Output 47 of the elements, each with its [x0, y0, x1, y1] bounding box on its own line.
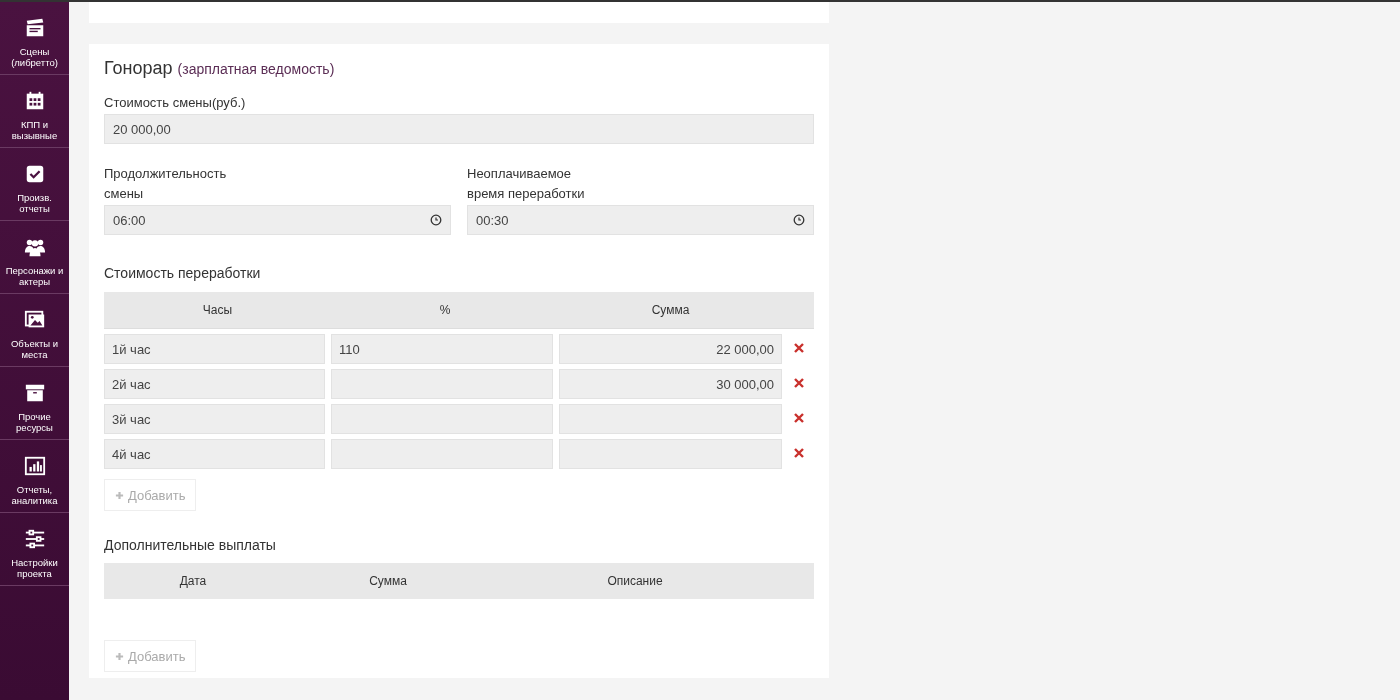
delete-icon[interactable] [794, 448, 804, 458]
sidebar-item[interactable]: Произв. отчеты [0, 148, 69, 221]
section-subtitle: (зарплатная ведомость) [177, 61, 335, 77]
column-header: Сумма [650, 303, 691, 317]
input-field[interactable]: 22 000,00 [559, 334, 782, 364]
column-header: Описание [606, 574, 664, 588]
sidebar-item[interactable]: Сцены (либретто) [0, 2, 69, 75]
input-field[interactable]: 4й час [104, 439, 325, 469]
clock-icon[interactable] [430, 214, 442, 226]
input-field[interactable] [331, 404, 553, 434]
input-field[interactable]: 3й час [104, 404, 325, 434]
clock-icon[interactable] [793, 214, 805, 226]
column-header: Часы [201, 303, 234, 317]
delete-icon[interactable] [794, 343, 804, 353]
field-label: Неоплачиваемое время переработки [467, 165, 586, 203]
field-label: Продолжительность смены [104, 165, 228, 203]
bar-chart-icon [23, 455, 46, 477]
column-header: Дата [178, 574, 208, 588]
section-heading: Дополнительные выплаты [104, 537, 277, 553]
section-title: Гонорар [104, 58, 173, 79]
delete-icon[interactable] [794, 413, 804, 423]
column-header: % [438, 303, 452, 317]
input-field[interactable] [559, 404, 782, 434]
plus-icon [115, 490, 124, 500]
sidebar-item[interactable]: Персонажи и актеры [0, 221, 69, 294]
sidebar-item[interactable]: Объекты и места [0, 294, 69, 367]
input-field[interactable]: 30 000,00 [559, 369, 782, 399]
input-field[interactable] [559, 439, 782, 469]
sidebar-item[interactable]: Настройки проекта [0, 513, 69, 586]
input-field[interactable]: 2й час [104, 369, 325, 399]
input-field[interactable]: 06:00 [104, 205, 451, 235]
input-field[interactable]: 00:30 [467, 205, 814, 235]
section-heading: Стоимость переработки [104, 265, 262, 281]
delete-icon[interactable] [794, 378, 804, 388]
column-header: Сумма [368, 574, 408, 588]
plus-icon [115, 651, 124, 661]
input-field[interactable] [331, 369, 553, 399]
sidebar-item[interactable]: КПП и вызывные [0, 75, 69, 148]
input-field[interactable]: 1й час [104, 334, 325, 364]
input-field[interactable]: 110 [331, 334, 553, 364]
input-field[interactable] [331, 439, 553, 469]
sliders-icon [23, 528, 46, 550]
sidebar-item[interactable]: Отчеты, аналитика [0, 440, 69, 513]
box-icon [23, 382, 46, 404]
field-label: Стоимость смены(руб.) [104, 94, 247, 112]
sidebar-item[interactable]: Прочие ресурсы [0, 367, 69, 440]
input-field[interactable]: 20 000,00 [104, 114, 814, 144]
